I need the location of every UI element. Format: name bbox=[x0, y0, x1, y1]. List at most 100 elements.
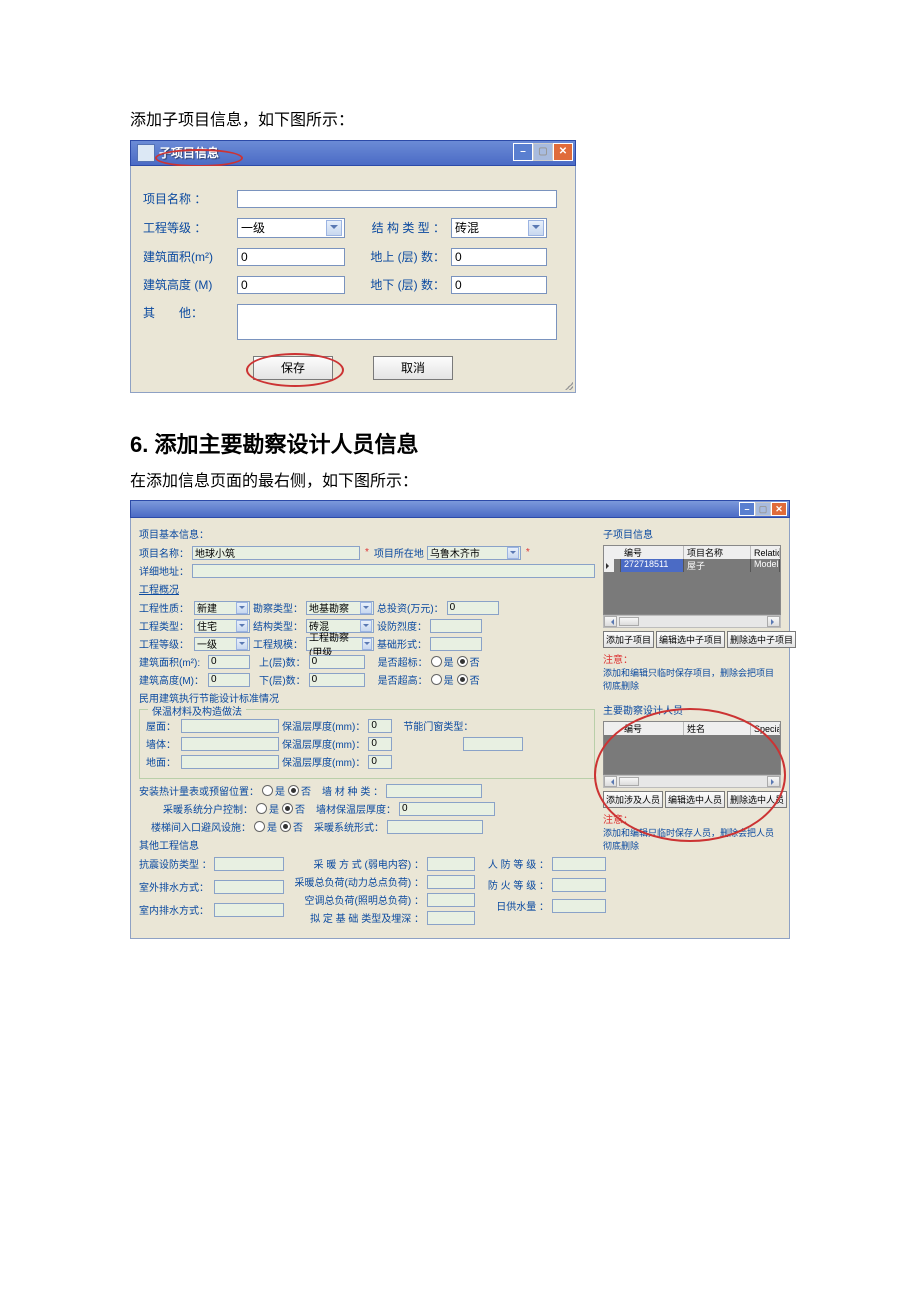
eng-scale-select[interactable]: 工程勘察(甲级 bbox=[306, 637, 374, 651]
location-select[interactable]: 乌鲁木齐市 bbox=[427, 546, 521, 560]
seismic-type-input[interactable] bbox=[214, 857, 284, 871]
eng-nature-select[interactable]: 新建 bbox=[194, 601, 250, 615]
wall-input[interactable] bbox=[181, 737, 279, 751]
foundation-depth-input[interactable] bbox=[427, 911, 475, 925]
h-scrollbar[interactable] bbox=[603, 615, 781, 628]
foundation-input[interactable] bbox=[430, 637, 482, 651]
below-input[interactable] bbox=[309, 673, 365, 687]
project-name-input[interactable] bbox=[192, 546, 360, 560]
daily-water-input[interactable] bbox=[552, 899, 606, 913]
intro-text-2: 在添加信息页面的最右侧，如下图所示： bbox=[130, 469, 790, 495]
stair-yes-radio[interactable]: 是 bbox=[254, 819, 277, 834]
floor-input[interactable] bbox=[181, 755, 279, 769]
minimize-button[interactable]: – bbox=[513, 143, 533, 161]
project-name-input[interactable] bbox=[237, 190, 557, 208]
wall-kind-input[interactable] bbox=[386, 784, 482, 798]
eng-grade-select[interactable]: 一级 bbox=[194, 637, 250, 651]
add-person-button[interactable]: 添加涉及人员 bbox=[603, 791, 663, 808]
wall-thk-input[interactable] bbox=[368, 737, 392, 751]
meter-yes-radio[interactable]: 是 bbox=[262, 783, 285, 798]
over-height-yes-radio[interactable]: 是 bbox=[431, 672, 454, 687]
add-sub-button[interactable]: 添加子项目 bbox=[603, 631, 654, 648]
area-input[interactable] bbox=[237, 248, 345, 266]
heating-load-input[interactable] bbox=[427, 875, 475, 889]
del-sub-button[interactable]: 删除选中子项目 bbox=[727, 631, 796, 648]
above-input[interactable] bbox=[309, 655, 365, 669]
scroll-left-icon[interactable] bbox=[604, 616, 617, 627]
designers-header: 主要勘察设计人员 bbox=[603, 702, 781, 717]
over-height-no-radio[interactable]: 否 bbox=[457, 672, 480, 687]
sub-project-dialog: 子项目信息 – ▢ ✕ 项目名称 ： 工程等级 ： 一级 结 构 类 型 ： 砖… bbox=[130, 140, 576, 393]
label-above: 地上 (层) 数： bbox=[345, 248, 451, 265]
cell-rel: Model.D bbox=[751, 559, 780, 572]
required-icon: * bbox=[365, 547, 369, 558]
es-door-input[interactable] bbox=[463, 737, 523, 751]
label-ins-thk-3: 保温层厚度(mm)： bbox=[282, 754, 365, 769]
label-total-invest: 总投资(万元)： bbox=[377, 600, 444, 615]
designers-grid[interactable]: 编号 姓名 Special bbox=[603, 721, 781, 775]
over-std-no-radio[interactable]: 否 bbox=[457, 654, 480, 669]
app-icon bbox=[137, 144, 155, 162]
wall-ins-thk-input[interactable] bbox=[399, 802, 495, 816]
overview-link[interactable]: 工程概况 bbox=[139, 581, 595, 596]
civil-defense-input[interactable] bbox=[552, 857, 606, 871]
roof-thk-input[interactable] bbox=[368, 719, 392, 733]
below-floors-input[interactable] bbox=[451, 276, 547, 294]
indoor-drain-input[interactable] bbox=[214, 903, 284, 917]
label-above: 上(层)数： bbox=[259, 654, 306, 669]
meter-no-radio[interactable]: 否 bbox=[288, 783, 311, 798]
label-foundation-depth: 拟 定 基 础 类型及埋深 ： bbox=[292, 910, 424, 925]
dialog-title: 子项目信息 bbox=[159, 144, 219, 161]
titlebar[interactable]: – ▢ ✕ bbox=[130, 500, 790, 518]
save-button[interactable]: 保存 bbox=[253, 356, 333, 380]
grid-row[interactable]: 272718511 屋子 Model.D bbox=[604, 559, 780, 572]
total-invest-input[interactable] bbox=[447, 601, 499, 615]
fire-grade-input[interactable] bbox=[552, 878, 606, 892]
edit-sub-button[interactable]: 编辑选中子项目 bbox=[656, 631, 725, 648]
scroll-right-icon[interactable] bbox=[767, 616, 780, 627]
survey-type-select[interactable]: 地基勘察 bbox=[306, 601, 374, 615]
note-label-2: 注意： bbox=[603, 811, 781, 826]
grade-select[interactable]: 一级 bbox=[237, 218, 345, 238]
heating-form-input[interactable] bbox=[387, 820, 483, 834]
area-input[interactable] bbox=[208, 655, 250, 669]
struct-type-select[interactable]: 砖混 bbox=[451, 218, 547, 238]
chevron-down-icon bbox=[360, 602, 372, 614]
scroll-left-icon[interactable] bbox=[604, 776, 617, 787]
minimize-button[interactable]: – bbox=[739, 502, 755, 516]
label-ins-thk-2: 保温层厚度(mm)： bbox=[282, 736, 365, 751]
seismic-intensity-input[interactable] bbox=[430, 619, 482, 633]
label-location: 项目所在地 bbox=[374, 545, 424, 560]
height-input[interactable] bbox=[208, 673, 250, 687]
close-button[interactable]: ✕ bbox=[771, 502, 787, 516]
floor-thk-input[interactable] bbox=[368, 755, 392, 769]
insulation-fieldset: 保温材料及构造做法 屋面： 保温层厚度(mm)： 节能门窗类型： 墙体： 保温层… bbox=[139, 709, 595, 779]
label-heating-mode: 采 暖 方 式 (弱电内容) ： bbox=[292, 856, 424, 871]
eng-type-select[interactable]: 住宅 bbox=[194, 619, 250, 633]
roof-input[interactable] bbox=[181, 719, 279, 733]
scroll-right-icon[interactable] bbox=[767, 776, 780, 787]
h-scrollbar[interactable] bbox=[603, 775, 781, 788]
cell-name: 屋子 bbox=[684, 559, 751, 572]
cancel-button[interactable]: 取消 bbox=[373, 356, 453, 380]
stair-no-radio[interactable]: 否 bbox=[280, 819, 303, 834]
over-std-yes-radio[interactable]: 是 bbox=[431, 654, 454, 669]
edit-person-button[interactable]: 编辑选中人员 bbox=[665, 791, 725, 808]
height-input[interactable] bbox=[237, 276, 345, 294]
other-textarea[interactable] bbox=[237, 304, 557, 340]
ac-load-input[interactable] bbox=[427, 893, 475, 907]
above-floors-input[interactable] bbox=[451, 248, 547, 266]
outdoor-drain-input[interactable] bbox=[214, 880, 284, 894]
detail-addr-input[interactable] bbox=[192, 564, 595, 578]
heating-split-yes-radio[interactable]: 是 bbox=[256, 801, 279, 816]
titlebar[interactable]: 子项目信息 – ▢ ✕ bbox=[130, 140, 576, 166]
close-button[interactable]: ✕ bbox=[553, 143, 573, 161]
row-indicator-icon bbox=[604, 559, 614, 572]
label-fire-grade: 防 火 等 级 ： bbox=[483, 877, 549, 892]
resize-grip[interactable] bbox=[563, 380, 573, 390]
heating-split-no-radio[interactable]: 否 bbox=[282, 801, 305, 816]
label-civil-defense: 人 防 等 级 ： bbox=[483, 856, 549, 871]
heating-mode-input[interactable] bbox=[427, 857, 475, 871]
sub-project-grid[interactable]: 编号 项目名称 Relatio 272718511 屋子 Model.D bbox=[603, 545, 781, 615]
del-person-button[interactable]: 删除选中人员 bbox=[727, 791, 787, 808]
